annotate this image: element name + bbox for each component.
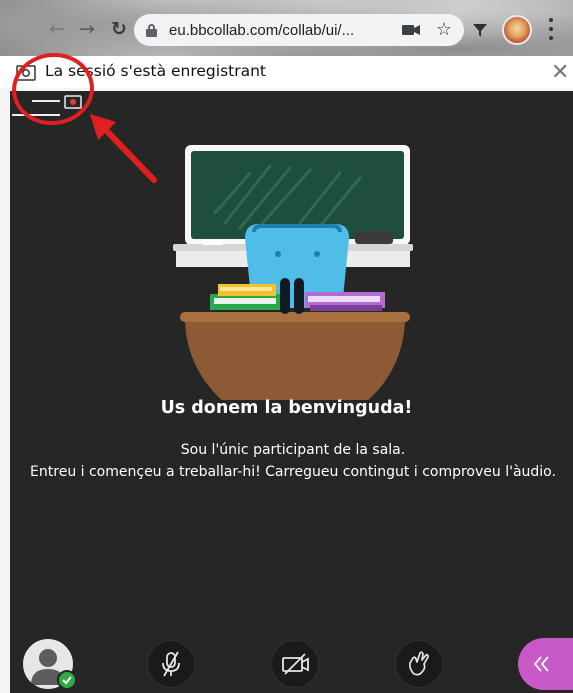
address-bar[interactable]: eu.bbcollab.com/collab/ui/... ☆ bbox=[134, 14, 464, 46]
extension-icon[interactable] bbox=[472, 22, 488, 38]
classroom-illustration bbox=[173, 145, 413, 400]
annotation-arrow bbox=[90, 114, 157, 183]
profile-avatar-icon[interactable] bbox=[502, 15, 532, 45]
stage-edge bbox=[0, 90, 10, 693]
camera-button[interactable] bbox=[271, 640, 319, 688]
raise-hand-button[interactable] bbox=[395, 640, 443, 688]
open-panel-button[interactable] bbox=[518, 638, 573, 690]
camera-off-icon bbox=[282, 653, 309, 675]
welcome-title: Us donem la benvinguda! bbox=[160, 398, 413, 418]
double-chevron-left-icon bbox=[533, 656, 549, 672]
close-icon[interactable]: ✕ bbox=[551, 60, 569, 86]
forward-icon[interactable]: → bbox=[74, 16, 100, 42]
browser-toolbar: ← → ↻ eu.bbcollab.com/collab/ui/... ☆ bbox=[0, 0, 573, 62]
status-available-icon bbox=[57, 670, 77, 690]
welcome-line-1: Sou l'únic participant de la sala. bbox=[180, 442, 406, 458]
microphone-muted-icon bbox=[162, 651, 180, 677]
url-text: eu.bbcollab.com/collab/ui/... bbox=[169, 21, 355, 39]
welcome-line-2: Entreu i començeu a treballar-hi! Carreg… bbox=[30, 464, 556, 480]
back-icon[interactable]: ← bbox=[44, 16, 70, 42]
reload-icon[interactable]: ↻ bbox=[106, 16, 132, 42]
lock-icon bbox=[146, 24, 157, 37]
browser-menu-icon[interactable] bbox=[548, 18, 554, 40]
camera-blocked-icon[interactable] bbox=[400, 20, 422, 40]
star-icon[interactable]: ☆ bbox=[436, 21, 452, 39]
microphone-button[interactable] bbox=[147, 640, 195, 688]
raise-hand-icon bbox=[408, 651, 429, 676]
welcome-message: Sou l'únic participant de la sala. Entre… bbox=[30, 439, 556, 483]
